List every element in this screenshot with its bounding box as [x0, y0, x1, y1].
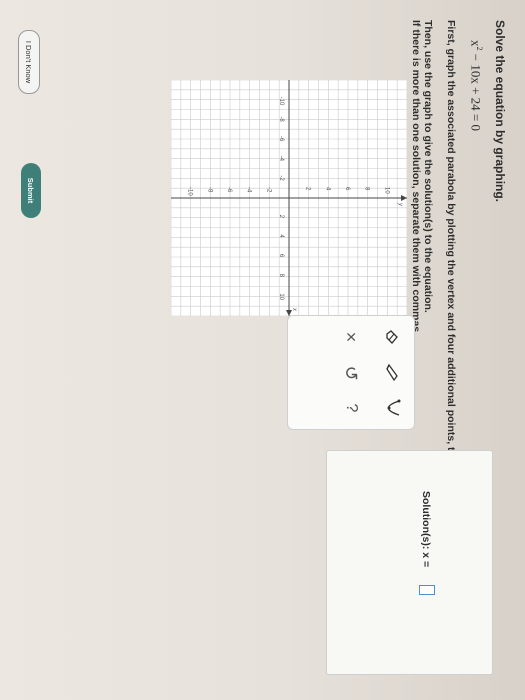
undo-icon[interactable]: ↺: [340, 360, 362, 386]
solution-label: Solution(s): x =: [420, 491, 432, 568]
graph-toolbox: × ↺ ?: [287, 315, 415, 430]
clear-icon[interactable]: ×: [340, 324, 362, 350]
y-tick-label: -6: [226, 187, 232, 193]
x-tick-label: -8: [278, 116, 284, 122]
problem-title: Solve the equation by graphing.: [493, 20, 507, 203]
instruction-solve: Then, use the graph to give the solution…: [422, 20, 434, 313]
eraser-icon[interactable]: [382, 324, 404, 350]
x-tick-label: -10: [278, 97, 284, 106]
x-tick-label: -4: [278, 156, 284, 162]
y-tick-label: 10: [383, 187, 389, 194]
x-tick-label: -6: [278, 136, 284, 142]
equation: x2 − 10x + 24 = 0: [468, 40, 484, 131]
y-tick-label: -2: [265, 187, 271, 193]
equation-rest: − 10x + 24 = 0: [468, 50, 484, 131]
screen-content: Solve the equation by graphing. x2 − 10x…: [0, 0, 525, 700]
help-icon[interactable]: ?: [340, 395, 362, 421]
x-tick-label: -2: [278, 175, 284, 181]
y-tick-label: -10: [187, 187, 193, 196]
coordinate-grid[interactable]: -10-8-6-4-2246810 108642-2-4-6-8-10 x y: [171, 80, 407, 316]
submit-button[interactable]: Submit: [21, 163, 41, 218]
solution-panel: Solution(s): x =: [326, 450, 493, 675]
instruction-commas: If there is more than one solution, sepa…: [410, 20, 422, 336]
y-tick-label: -8: [206, 187, 212, 193]
parabola-icon[interactable]: [382, 395, 404, 421]
y-tick-label: -4: [246, 187, 252, 193]
solution-input[interactable]: [419, 585, 435, 595]
point-icon[interactable]: [382, 360, 404, 386]
dont-know-button[interactable]: I Don't Know: [18, 30, 40, 94]
x-tick-label: 10: [278, 293, 284, 300]
